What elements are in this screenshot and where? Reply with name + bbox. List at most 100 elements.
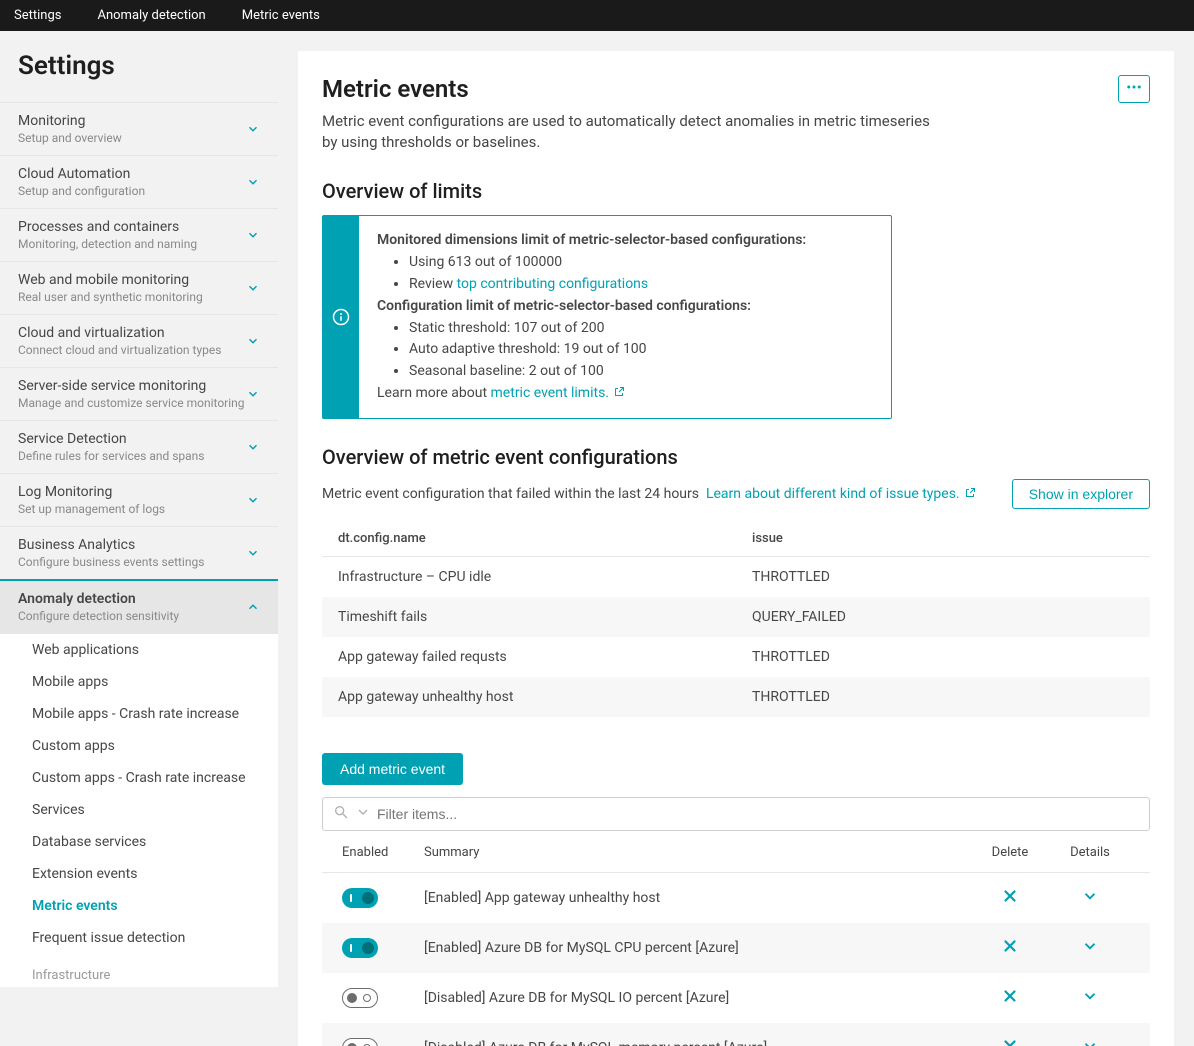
sidebar-sub-item[interactable]: Frequent issue detection	[0, 922, 278, 954]
chevron-down-icon	[1081, 937, 1099, 959]
sidebar-section[interactable]: Cloud Automation Setup and configuration	[0, 155, 278, 209]
top-contributing-link[interactable]: top contributing configurations	[457, 276, 649, 292]
details-button[interactable]	[1050, 937, 1130, 959]
limits-bullet: Seasonal baseline: 2 out of 100	[409, 361, 806, 381]
sidebar-section[interactable]: Anomaly detection Configure detection se…	[0, 579, 278, 634]
page-title: Metric events	[322, 75, 942, 103]
delete-button[interactable]	[970, 887, 1050, 909]
sidebar-section[interactable]: Business Analytics Configure business ev…	[0, 526, 278, 580]
close-icon	[1001, 987, 1019, 1009]
overview-desc: Metric event configuration that failed w…	[322, 486, 699, 502]
events-header: Enabled Summary Delete Details	[322, 831, 1150, 873]
details-button[interactable]	[1050, 987, 1130, 1009]
page-description: Metric event configurations are used to …	[322, 111, 942, 153]
sidebar-sub-item[interactable]: Mobile apps	[0, 666, 278, 698]
chevron-down-icon	[1081, 987, 1099, 1009]
filter-input[interactable]	[377, 806, 1139, 822]
chevron-up-icon	[246, 600, 260, 614]
cell-config-name: App gateway failed requsts	[322, 637, 736, 677]
limits-bullet: Static threshold: 107 out of 200	[409, 318, 806, 338]
section-subtitle: Real user and synthetic monitoring	[18, 290, 203, 304]
more-actions-button[interactable]	[1118, 75, 1150, 103]
section-title: Service Detection	[18, 431, 205, 447]
section-title: Log Monitoring	[18, 484, 165, 500]
add-metric-event-button[interactable]: Add metric event	[322, 753, 463, 785]
event-summary: [Disabled] Azure DB for MySQL memory per…	[424, 1040, 970, 1046]
details-button[interactable]	[1050, 887, 1130, 909]
info-icon	[323, 216, 359, 418]
close-icon	[1001, 1037, 1019, 1046]
details-button[interactable]	[1050, 1037, 1130, 1046]
table-row[interactable]: App gateway unhealthy host THROTTLED	[322, 677, 1150, 717]
chevron-down-icon	[246, 387, 260, 401]
filter-box[interactable]	[322, 797, 1150, 831]
sidebar-sub-item[interactable]: Database services	[0, 826, 278, 858]
enabled-toggle[interactable]	[342, 938, 378, 958]
chevron-down-icon	[246, 493, 260, 507]
sidebar-sub-item[interactable]: Custom apps	[0, 730, 278, 762]
dropdown-icon	[355, 804, 371, 824]
sidebar-sub-item[interactable]: Custom apps - Crash rate increase	[0, 762, 278, 794]
sidebar-section[interactable]: Log Monitoring Set up management of logs	[0, 473, 278, 527]
col-config-name: dt.config.name	[322, 521, 736, 557]
external-link-icon	[613, 384, 625, 404]
section-title: Cloud and virtualization	[18, 325, 221, 341]
limits-heading: Overview of limits	[322, 179, 1150, 203]
limits-bullet: Using 613 out of 100000	[409, 252, 806, 272]
sidebar-sub-item[interactable]: Extension events	[0, 858, 278, 890]
event-summary: [Enabled] Azure DB for MySQL CPU percent…	[424, 940, 970, 956]
enabled-toggle[interactable]	[342, 988, 378, 1008]
cell-config-name: Infrastructure – CPU idle	[322, 557, 736, 598]
breadcrumb-item-metric-events[interactable]: Metric events	[220, 0, 334, 31]
section-subtitle: Configure business events settings	[18, 555, 204, 569]
enabled-toggle[interactable]	[342, 1038, 378, 1046]
col-summary: Summary	[424, 845, 970, 860]
delete-button[interactable]	[970, 937, 1050, 959]
event-summary: [Enabled] App gateway unhealthy host	[424, 890, 970, 906]
chevron-down-icon	[246, 546, 260, 560]
limits-panel: Monitored dimensions limit of metric-sel…	[322, 215, 892, 419]
sidebar-sub-item[interactable]: Mobile apps - Crash rate increase	[0, 698, 278, 730]
failed-configs-table: dt.config.name issue Infrastructure – CP…	[322, 521, 1150, 717]
table-row[interactable]: Infrastructure – CPU idle THROTTLED	[322, 557, 1150, 598]
section-title: Anomaly detection	[18, 591, 179, 607]
section-subtitle: Monitoring, detection and naming	[18, 237, 197, 251]
chevron-down-icon	[1081, 887, 1099, 909]
cell-issue: THROTTLED	[736, 557, 1150, 598]
sidebar-section[interactable]: Server-side service monitoring Manage an…	[0, 367, 278, 421]
sidebar-sub-item[interactable]: Services	[0, 794, 278, 826]
limits-line2: Configuration limit of metric-selector-b…	[377, 298, 751, 314]
col-details: Details	[1050, 845, 1130, 860]
sidebar-section[interactable]: Monitoring Setup and overview	[0, 102, 278, 156]
sidebar-section[interactable]: Processes and containers Monitoring, det…	[0, 208, 278, 262]
table-row[interactable]: Timeshift fails QUERY_FAILED	[322, 597, 1150, 637]
sidebar-section[interactable]: Service Detection Define rules for servi…	[0, 420, 278, 474]
sidebar-section[interactable]: Cloud and virtualization Connect cloud a…	[0, 314, 278, 368]
cell-config-name: App gateway unhealthy host	[322, 677, 736, 717]
sidebar-sub-item[interactable]: Web applications	[0, 634, 278, 666]
breadcrumb: Settings Anomaly detection Metric events	[0, 0, 1194, 31]
col-delete: Delete	[970, 845, 1050, 860]
event-row: [Disabled] Azure DB for MySQL memory per…	[322, 1023, 1150, 1046]
sidebar-title: Settings	[0, 31, 278, 103]
section-title: Processes and containers	[18, 219, 197, 235]
show-in-explorer-button[interactable]: Show in explorer	[1012, 479, 1150, 509]
sidebar-sub-item[interactable]: Metric events	[0, 890, 278, 922]
breadcrumb-item-anomaly-detection[interactable]: Anomaly detection	[75, 0, 219, 31]
section-subtitle: Setup and overview	[18, 131, 122, 145]
breadcrumb-item-settings[interactable]: Settings	[0, 0, 75, 31]
chevron-down-icon	[1081, 1037, 1099, 1046]
section-subtitle: Setup and configuration	[18, 184, 145, 198]
section-subtitle: Configure detection sensitivity	[18, 609, 179, 623]
enabled-toggle[interactable]	[342, 888, 378, 908]
section-title: Server-side service monitoring	[18, 378, 245, 394]
metric-event-limits-link[interactable]: metric event limits.	[491, 385, 625, 401]
sidebar: Settings Monitoring Setup and overview C…	[0, 31, 278, 1046]
delete-button[interactable]	[970, 987, 1050, 1009]
delete-button[interactable]	[970, 1037, 1050, 1046]
learn-issue-types-link[interactable]: Learn about different kind of issue type…	[706, 486, 976, 502]
table-row[interactable]: App gateway failed requsts THROTTLED	[322, 637, 1150, 677]
sidebar-section[interactable]: Web and mobile monitoring Real user and …	[0, 261, 278, 315]
chevron-down-icon	[246, 440, 260, 454]
event-row: [Enabled] Azure DB for MySQL CPU percent…	[322, 923, 1150, 973]
